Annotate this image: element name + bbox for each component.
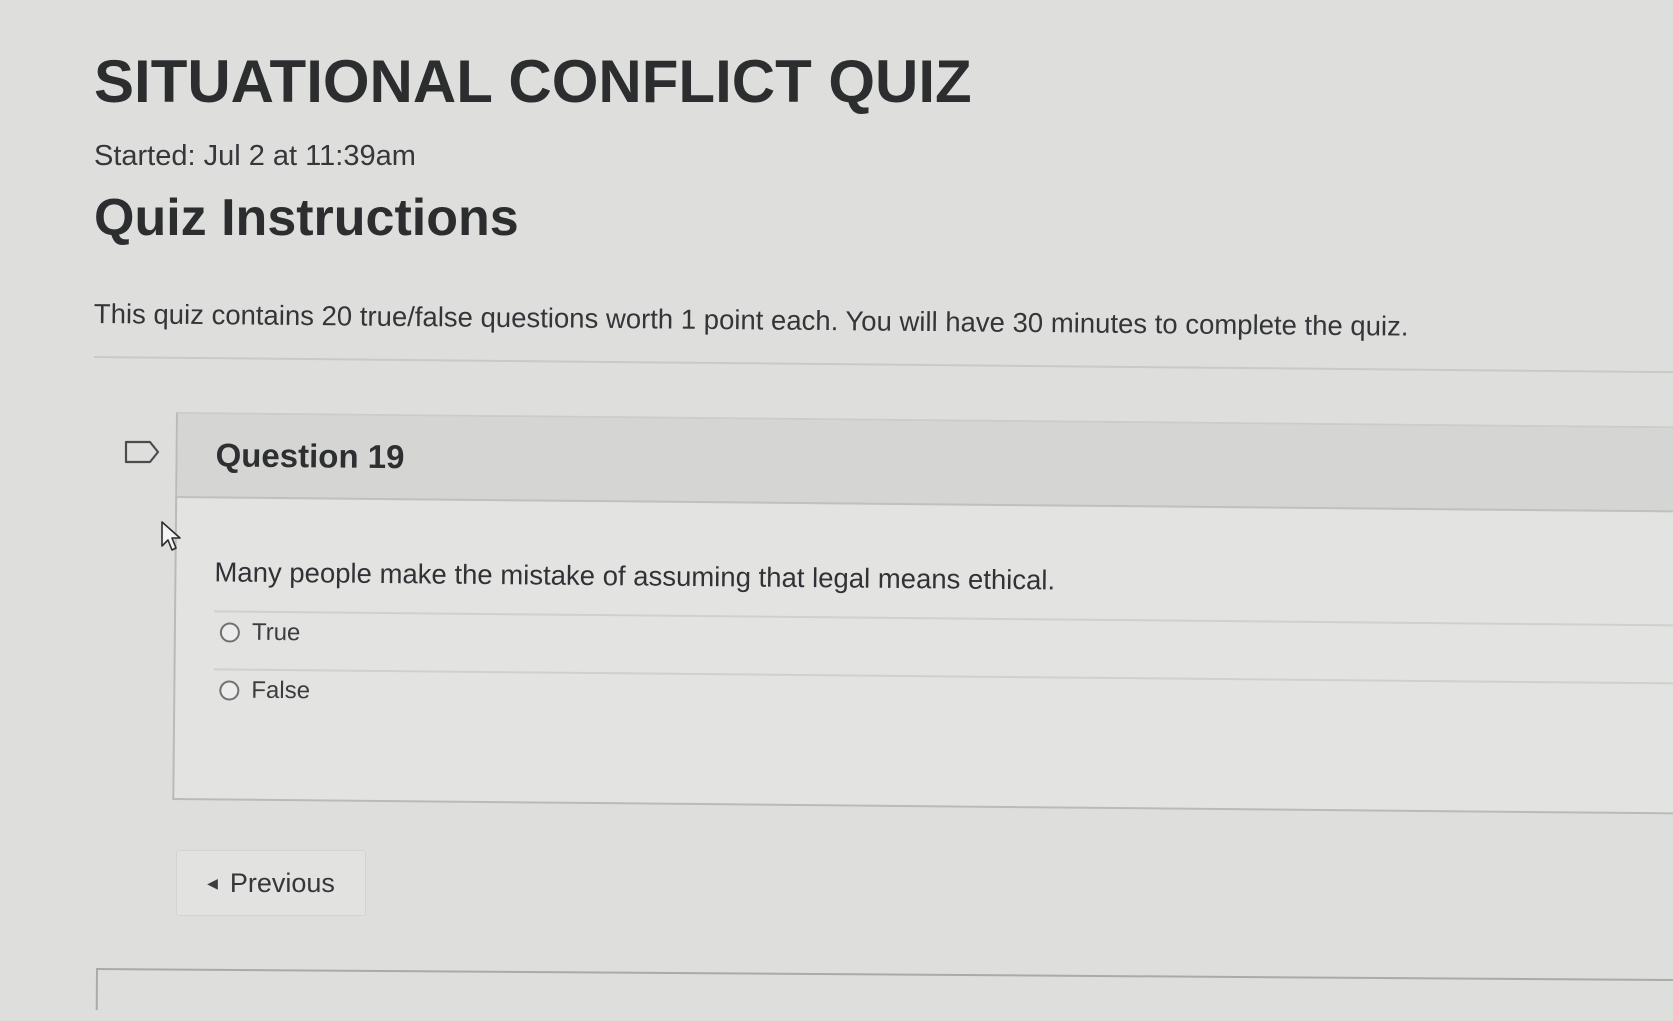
question-number: Question 19 [215,436,405,476]
bottom-panel-edge [95,968,1673,1021]
answer-label-false: False [251,676,311,705]
quiz-title: SITUATIONAL CONFLICT QUIZ [94,48,972,115]
previous-label: Previous [229,867,335,898]
flag-outline-icon[interactable] [124,440,160,464]
instructions-divider [93,356,1673,374]
answer-divider [213,668,1673,685]
mouse-pointer-icon [160,520,182,554]
caret-left-icon: ◀ [207,875,218,891]
radio-true[interactable] [219,622,240,643]
question-text: Many people make the mistake of assuming… [214,556,1056,596]
answer-option-false[interactable]: False [219,676,311,705]
answer-label-true: True [251,618,301,647]
previous-button[interactable]: ◀ Previous [176,850,366,916]
question-header: Question 19 [177,414,1673,513]
answer-divider [214,610,1673,627]
quiz-instructions-heading: Quiz Instructions [94,189,519,247]
radio-false[interactable] [219,680,240,701]
question-card: Question 19 Many people make the mistake… [172,412,1673,815]
quiz-instructions-text: This quiz contains 20 true/false questio… [93,298,1409,342]
answer-option-true[interactable]: True [219,618,301,647]
quiz-started-time: Started: Jul 2 at 11:39am [94,140,416,172]
quiz-page: SITUATIONAL CONFLICT QUIZ Started: Jul 2… [0,0,1673,1021]
